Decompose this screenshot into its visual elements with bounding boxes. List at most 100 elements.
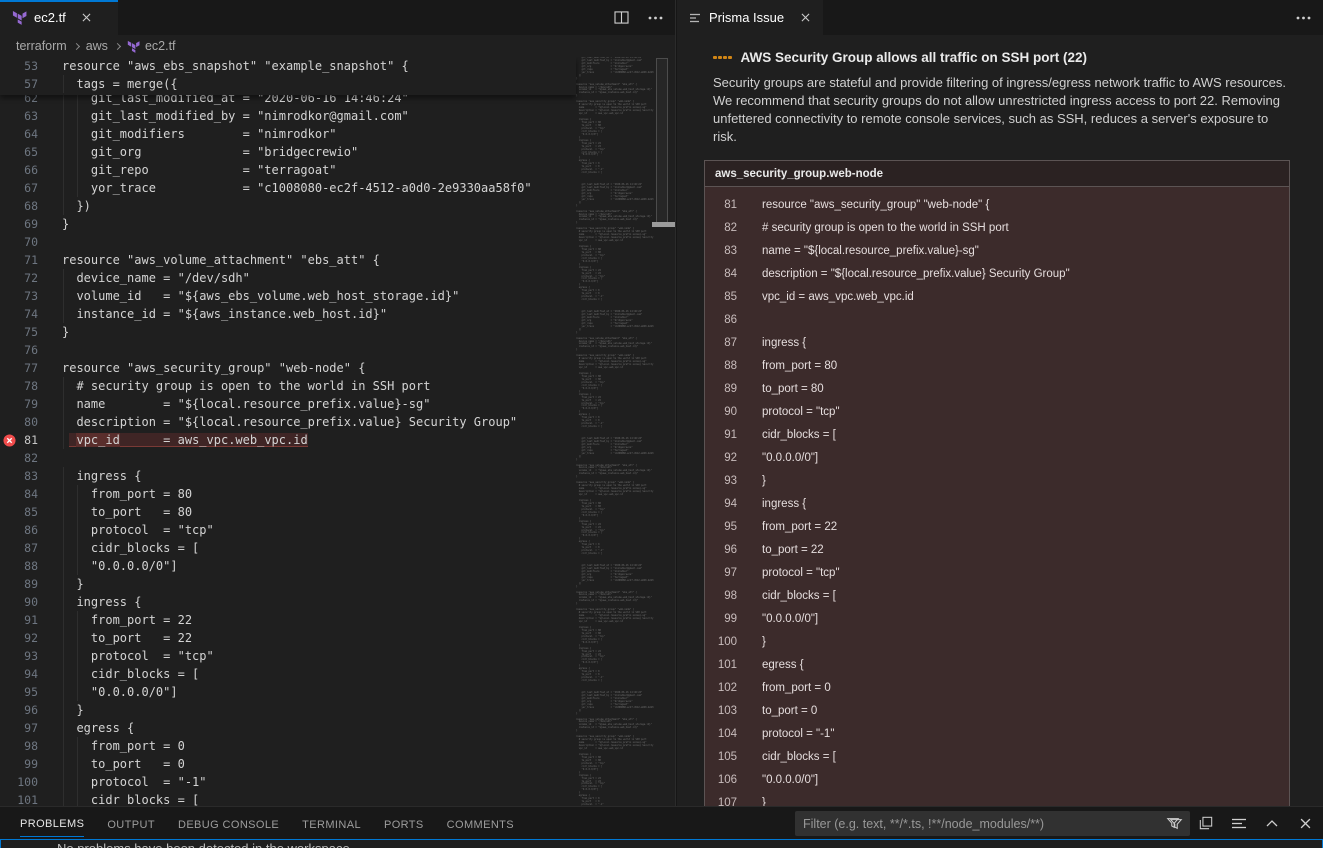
tab-close-icon[interactable] xyxy=(79,10,95,26)
issue-range-highlight: vpc_id = aws_vpc.web_vpc.id xyxy=(69,433,307,447)
code-line[interactable]: 93 protocol = "tcp" xyxy=(0,647,576,665)
code-line[interactable]: 66 git_repo = "terragoat" xyxy=(0,161,576,179)
line-text: from_port = 22 xyxy=(762,521,837,533)
code-line[interactable]: 68 }) xyxy=(0,197,576,215)
more-actions-icon[interactable] xyxy=(645,8,665,28)
code-line[interactable]: 72 device_name = "/dev/sdh" xyxy=(0,269,576,287)
line-number: 68 xyxy=(0,199,38,213)
code-line[interactable]: 99 to_port = 0 xyxy=(0,755,576,773)
minimap[interactable]: git_last_modified_at = "2020-06-16 14:46… xyxy=(576,57,654,806)
code-line[interactable]: 90 ingress { xyxy=(0,593,576,611)
panel-tab-debug-console[interactable]: DEBUG CONSOLE xyxy=(178,810,279,837)
panel-tab-problems[interactable]: PROBLEMS xyxy=(20,809,84,837)
code-line[interactable]: 96 } xyxy=(0,701,576,719)
code-line[interactable]: 101 cidr_blocks = [ xyxy=(0,791,576,806)
code-line[interactable]: 63 git_last_modified_by = "nimrodkor@gma… xyxy=(0,107,576,125)
code-line[interactable]: 86 protocol = "tcp" xyxy=(0,521,576,539)
code-line[interactable]: 82 xyxy=(0,449,576,467)
indent-guide xyxy=(63,791,64,806)
issue-content: AWS Security Group allows all traffic on… xyxy=(677,35,1323,806)
line-text: "0.0.0.0/0"] xyxy=(62,685,178,699)
code-line[interactable]: 94 cidr_blocks = [ xyxy=(0,665,576,683)
code-line[interactable]: 79 name = "${local.resource_prefix.value… xyxy=(0,395,576,413)
code-editor[interactable]: 62 git_last_modified_at = "2020-06-16 14… xyxy=(0,57,676,806)
line-number: 82 xyxy=(705,222,737,234)
code-line[interactable]: 88 "0.0.0.0/0"] xyxy=(0,557,576,575)
line-number: 96 xyxy=(705,544,737,556)
code-line[interactable]: 65 git_org = "bridgecrewio" xyxy=(0,143,576,161)
breadcrumb-item-aws[interactable]: aws xyxy=(86,39,108,53)
line-text: to_port = 0 xyxy=(762,705,817,717)
indent-guide xyxy=(63,539,64,557)
indent-guide xyxy=(63,503,64,521)
line-text: resource "aws_security_group" "web-node"… xyxy=(62,361,365,375)
line-number: 94 xyxy=(0,667,38,681)
breadcrumb-item-terraform[interactable]: terraform xyxy=(16,39,67,53)
line-number: 105 xyxy=(705,751,737,763)
more-actions-icon[interactable] xyxy=(1293,8,1313,28)
code-line[interactable]: 97 egress { xyxy=(0,719,576,737)
indent-guide xyxy=(63,413,64,431)
code-line[interactable]: 95 "0.0.0.0/0"] xyxy=(0,683,576,701)
filter-icon[interactable] xyxy=(1163,813,1183,833)
code-line[interactable]: 70 xyxy=(0,233,576,251)
panel-tab-ports[interactable]: PORTS xyxy=(384,810,424,837)
code-line[interactable]: 81 vpc_id = aws_vpc.web_vpc.id xyxy=(0,431,576,449)
code-line[interactable]: 83 ingress { xyxy=(0,467,576,485)
collapse-all-icon[interactable] xyxy=(1196,813,1216,833)
code-line[interactable]: 84 from_port = 80 xyxy=(0,485,576,503)
breadcrumb-item-file[interactable]: ec2.tf xyxy=(127,39,176,53)
code-line[interactable]: 53resource "aws_ebs_snapshot" "example_s… xyxy=(0,57,576,75)
code-line[interactable]: 64 git_modifiers = "nimrodkor" xyxy=(0,125,576,143)
indent-guide xyxy=(63,611,64,629)
code-line[interactable]: 67 yor_trace = "c1008080-ec2f-4512-a0d0-… xyxy=(0,179,576,197)
code-line[interactable]: 69} xyxy=(0,215,576,233)
panel-tab-terminal[interactable]: TERMINAL xyxy=(302,810,361,837)
close-panel-icon[interactable] xyxy=(1295,813,1315,833)
line-number: 92 xyxy=(705,452,737,464)
code-line[interactable]: 85 to_port = 80 xyxy=(0,503,576,521)
panel-tab-comments[interactable]: COMMENTS xyxy=(447,810,514,837)
scrollbar-slider[interactable] xyxy=(656,58,668,226)
resource-name-header: aws_security_group.web-node xyxy=(705,161,1289,187)
editor-scrollbar[interactable] xyxy=(655,57,669,806)
filter-input[interactable] xyxy=(795,817,1169,831)
line-text: name = "${local.resource_prefix.value}-s… xyxy=(62,397,430,411)
indent-guide xyxy=(63,665,64,683)
code-line[interactable]: 92 to_port = 22 xyxy=(0,629,576,647)
line-text: vpc_id = aws_vpc.web_vpc.id xyxy=(762,291,914,303)
indent-guide xyxy=(77,143,78,161)
line-number: 69 xyxy=(0,217,38,231)
code-line[interactable]: 77resource "aws_security_group" "web-nod… xyxy=(0,359,576,377)
line-number: 87 xyxy=(0,541,38,555)
panel-tab-output[interactable]: OUTPUT xyxy=(107,810,155,837)
code-line[interactable]: 71resource "aws_volume_attachment" "ebs_… xyxy=(0,251,576,269)
panel-code-line: 81resource "aws_security_group" "web-nod… xyxy=(705,193,1289,216)
code-line[interactable]: 100 protocol = "-1" xyxy=(0,773,576,791)
code-line[interactable]: 73 volume_id = "${aws_ebs_volume.web_hos… xyxy=(0,287,576,305)
code-line[interactable]: 80 description = "${local.resource_prefi… xyxy=(0,413,576,431)
code-line[interactable]: 89 } xyxy=(0,575,576,593)
code-line[interactable]: 87 cidr_blocks = [ xyxy=(0,539,576,557)
code-line[interactable]: 74 instance_id = "${aws_instance.web_hos… xyxy=(0,305,576,323)
code-line[interactable]: 76 xyxy=(0,341,576,359)
code-line[interactable]: 75} xyxy=(0,323,576,341)
view-mode-icon[interactable] xyxy=(1229,813,1249,833)
code-line[interactable]: 78 # security group is open to the world… xyxy=(0,377,576,395)
indent-guide xyxy=(77,683,78,701)
line-text: cidr_blocks = [ xyxy=(762,590,836,602)
tab-prisma-issue[interactable]: Prisma Issue xyxy=(677,0,823,35)
code-line[interactable]: 98 from_port = 0 xyxy=(0,737,576,755)
tab-label: ec2.tf xyxy=(34,10,66,25)
split-editor-icon[interactable] xyxy=(611,8,631,28)
panel-code-line: 105cidr_blocks = [ xyxy=(705,745,1289,768)
tab-ec2-tf[interactable]: ec2.tf xyxy=(0,0,118,35)
tab-close-icon[interactable] xyxy=(797,10,813,26)
indent-guide xyxy=(63,467,64,485)
code-line[interactable]: 57 tags = merge({ xyxy=(0,75,576,93)
code-line[interactable]: 91 from_port = 22 xyxy=(0,611,576,629)
line-number: 70 xyxy=(0,235,38,249)
indent-guide xyxy=(77,647,78,665)
line-text: tags = merge({ xyxy=(62,77,178,91)
maximize-panel-icon[interactable] xyxy=(1262,813,1282,833)
